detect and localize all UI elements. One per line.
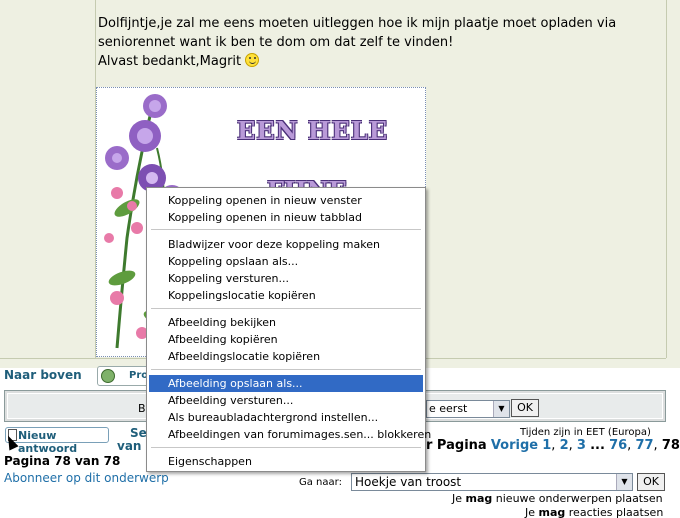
menu-set-desktop-background[interactable]: Als bureaubladachtergrond instellen... bbox=[149, 409, 423, 426]
page-count: Pagina 78 van 78 bbox=[4, 454, 121, 468]
menu-bookmark-link[interactable]: Bladwijzer voor deze koppeling maken bbox=[149, 236, 423, 253]
goto-forum-value: Hoekje van troost bbox=[355, 475, 462, 489]
goto-forum-select[interactable]: Hoekje van troost ▼ bbox=[351, 473, 633, 491]
smiley-icon bbox=[245, 53, 260, 67]
post-line-2: seniorennet want ik ben te dom om dat ze… bbox=[98, 35, 454, 50]
context-menu: Koppeling openen in nieuw venster Koppel… bbox=[146, 187, 431, 472]
sort-order-select[interactable]: e eerst ▼ bbox=[426, 400, 510, 418]
pagination: r Pagina Vorige 1, 2, 3 ... 76, 77, 78 bbox=[426, 438, 680, 453]
permission-new-topics: Je mag nieuwe onderwerpen plaatsen bbox=[452, 492, 663, 505]
perm-bold: mag bbox=[538, 506, 566, 518]
new-reply-button[interactable]: Nieuw antwoord bbox=[5, 427, 109, 455]
menu-save-image[interactable]: Afbeelding opslaan als... bbox=[149, 375, 423, 392]
perm-bold: mag bbox=[465, 492, 493, 505]
menu-send-link[interactable]: Koppeling versturen... bbox=[149, 270, 423, 287]
timezone-info: Tijden zijn in EET (Europa) bbox=[520, 427, 651, 438]
pagination-page-2[interactable]: 2 bbox=[560, 438, 569, 453]
menu-copy-image[interactable]: Afbeelding kopiëren bbox=[149, 331, 423, 348]
chevron-down-icon: ▼ bbox=[493, 401, 509, 417]
subscribe-link[interactable]: Abonneer op dit onderwerp bbox=[4, 471, 169, 485]
partial-link-van[interactable]: van bbox=[117, 439, 141, 453]
goto-label: Ga naar: bbox=[299, 477, 342, 488]
menu-separator bbox=[151, 447, 421, 448]
partial-link-se[interactable]: Se bbox=[130, 426, 147, 440]
menu-separator bbox=[151, 308, 421, 309]
post-line-3: Alvast bedankt,Magrit bbox=[98, 52, 658, 71]
pagination-current-page: 78 bbox=[661, 438, 680, 453]
pagination-comma: , bbox=[551, 438, 556, 453]
menu-properties[interactable]: Eigenschappen bbox=[149, 453, 423, 470]
sort-order-value: e eerst bbox=[429, 402, 468, 415]
menu-save-link[interactable]: Koppeling opslaan als... bbox=[149, 253, 423, 270]
chevron-down-icon: ▼ bbox=[616, 474, 632, 490]
pagination-comma: , bbox=[568, 438, 573, 453]
menu-open-new-window[interactable]: Koppeling openen in nieuw venster bbox=[149, 192, 423, 209]
pagination-label: r Pagina bbox=[426, 438, 487, 453]
signature-title: EEN HELE bbox=[237, 116, 389, 145]
post-line-3-text: Alvast bedankt,Magrit bbox=[98, 54, 242, 69]
post-line-1: Dolfijntje,je zal me eens moeten uitlegg… bbox=[98, 16, 617, 31]
pagination-ellipsis: ... bbox=[590, 438, 605, 453]
menu-copy-image-location[interactable]: Afbeeldingslocatie kopiëren bbox=[149, 348, 423, 365]
menu-block-images[interactable]: Afbeeldingen van forumimages.sen... blok… bbox=[149, 426, 431, 443]
perm-text: Je bbox=[525, 506, 536, 518]
post-message: Dolfijntje,je zal me eens moeten uitlegg… bbox=[98, 14, 658, 71]
pagination-page-1[interactable]: 1 bbox=[542, 438, 551, 453]
menu-send-image[interactable]: Afbeelding versturen... bbox=[149, 392, 423, 409]
new-reply-label: Nieuw antwoord bbox=[18, 429, 78, 455]
permission-replies: Je mag reacties plaatsen bbox=[525, 506, 663, 518]
profile-icon bbox=[101, 369, 115, 383]
pagination-page-77[interactable]: 77 bbox=[635, 438, 653, 453]
perm-text: reacties plaatsen bbox=[568, 506, 664, 518]
post-author-column bbox=[0, 0, 96, 358]
menu-open-new-tab[interactable]: Koppeling openen in nieuw tabblad bbox=[149, 209, 423, 226]
pagination-page-3[interactable]: 3 bbox=[577, 438, 586, 453]
goto-ok-button[interactable]: OK bbox=[637, 473, 665, 491]
post-side-column bbox=[666, 0, 680, 358]
perm-text: nieuwe onderwerpen plaatsen bbox=[495, 492, 663, 505]
sort-ok-button[interactable]: OK bbox=[511, 399, 539, 417]
pagination-page-76[interactable]: 76 bbox=[609, 438, 627, 453]
perm-text: Je bbox=[452, 492, 463, 505]
menu-separator bbox=[151, 229, 421, 230]
pagination-comma: , bbox=[627, 438, 632, 453]
menu-separator bbox=[151, 369, 421, 370]
menu-copy-link-location[interactable]: Koppelingslocatie kopiëren bbox=[149, 287, 423, 304]
pagination-prev[interactable]: Vorige bbox=[491, 438, 538, 453]
menu-view-image[interactable]: Afbeelding bekijken bbox=[149, 314, 423, 331]
pagination-comma: , bbox=[653, 438, 658, 453]
back-to-top-link[interactable]: Naar boven bbox=[4, 368, 82, 382]
